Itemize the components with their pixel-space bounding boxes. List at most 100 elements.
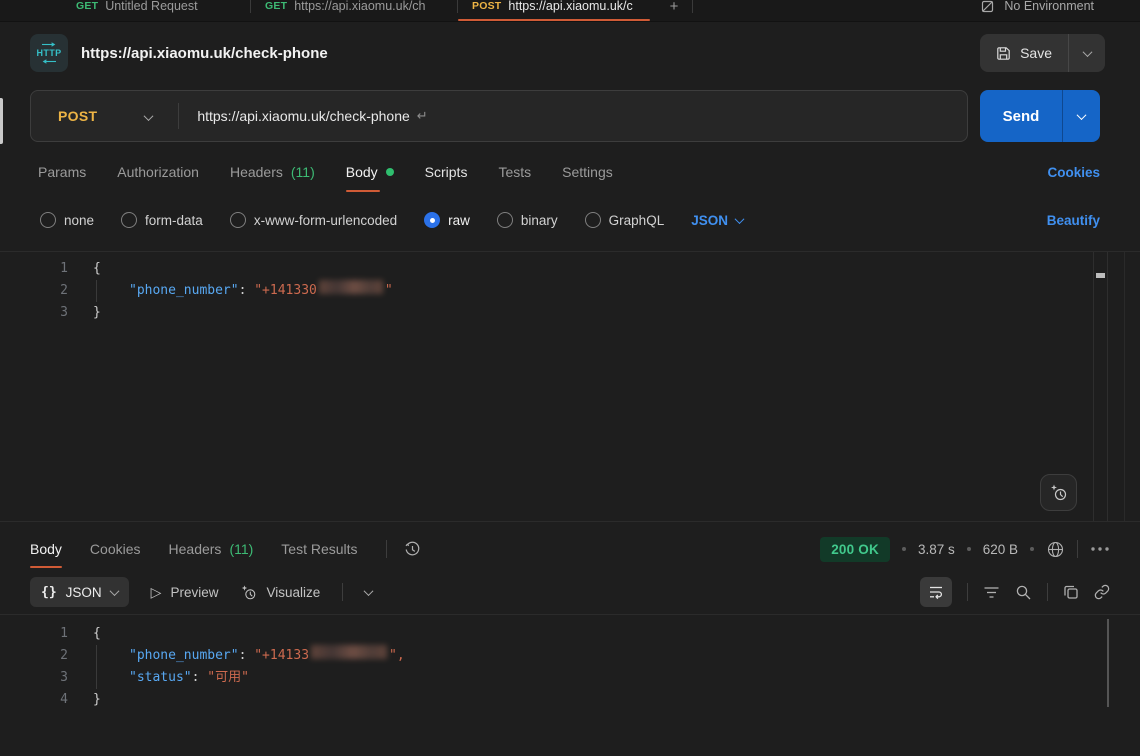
link-icon[interactable] bbox=[1094, 584, 1110, 600]
network-globe-icon[interactable] bbox=[1046, 540, 1065, 559]
response-format-dropdown[interactable]: {} JSON bbox=[30, 577, 129, 607]
url-builder-row: POST https://api.xiaomu.uk/check-phone ↵… bbox=[30, 90, 1100, 142]
tab-label: Cookies bbox=[90, 541, 141, 557]
new-tab-button[interactable]: + bbox=[656, 0, 692, 15]
json-key: "phone_number" bbox=[129, 645, 239, 667]
line-number: 1 bbox=[0, 623, 68, 645]
response-body-viewer[interactable]: 1{ 2"phone_number": "+14133", 3"status":… bbox=[0, 614, 1140, 756]
scrollbar-thumb[interactable] bbox=[1107, 619, 1109, 707]
url-divider bbox=[178, 103, 179, 129]
tab-label: Authorization bbox=[117, 164, 199, 180]
request-title: https://api.xiaomu.uk/check-phone bbox=[81, 45, 328, 62]
json-value: "+141330 bbox=[254, 280, 317, 302]
visualize-label: Visualize bbox=[266, 585, 320, 600]
method-selector-value[interactable]: POST bbox=[31, 108, 145, 124]
chevron-down-icon bbox=[109, 586, 119, 596]
json-value: " bbox=[385, 280, 393, 302]
code-line: 4} bbox=[0, 689, 1140, 711]
sidebar-collapsed-handle[interactable] bbox=[0, 98, 3, 144]
enter-key-hint-icon: ↵ bbox=[417, 108, 428, 124]
request-tabs: Params Authorization Headers (11) Body S… bbox=[38, 150, 1100, 194]
redacted-value-blur bbox=[311, 645, 387, 659]
radio-x-www-form-urlencoded[interactable]: x-www-form-urlencoded bbox=[230, 212, 397, 228]
beautify-link[interactable]: Beautify bbox=[1047, 213, 1100, 228]
tab-scripts[interactable]: Scripts bbox=[425, 150, 468, 194]
response-tab-cookies[interactable]: Cookies bbox=[90, 528, 141, 570]
tab-label: https://api.xiaomu.uk/c bbox=[508, 0, 632, 13]
line-number: 3 bbox=[0, 667, 68, 689]
json-value: "可用" bbox=[207, 667, 249, 689]
cookies-link[interactable]: Cookies bbox=[1047, 165, 1100, 180]
code-line: 1{ bbox=[0, 258, 1140, 280]
radio-label: raw bbox=[448, 213, 470, 228]
tab-label: Headers bbox=[230, 164, 283, 180]
response-tab-body-active[interactable]: Body bbox=[30, 528, 62, 570]
code-token: } bbox=[93, 689, 101, 711]
code-line: 2"phone_number": "+14133", bbox=[0, 645, 1140, 667]
response-tab-test-results[interactable]: Test Results bbox=[281, 528, 357, 570]
workspace-tab-bar: GET Untitled Request GET https://api.xia… bbox=[0, 0, 1140, 22]
save-button-label: Save bbox=[1020, 45, 1052, 61]
language-dropdown[interactable]: JSON bbox=[691, 213, 743, 228]
search-icon[interactable] bbox=[1015, 584, 1032, 601]
editor-scrollbar[interactable] bbox=[1093, 252, 1108, 521]
chevron-down-icon[interactable] bbox=[364, 586, 374, 596]
body-mode-row: none form-data x-www-form-urlencoded raw… bbox=[40, 200, 1100, 240]
visualize-button[interactable]: Visualize bbox=[240, 584, 320, 601]
separator-dot bbox=[1030, 547, 1034, 551]
tab-settings[interactable]: Settings bbox=[562, 150, 613, 194]
send-button[interactable]: Send bbox=[980, 108, 1062, 125]
divider bbox=[967, 583, 968, 601]
radio-label: GraphQL bbox=[609, 213, 665, 228]
request-tab-untitled[interactable]: GET Untitled Request bbox=[62, 0, 250, 22]
response-history-icon[interactable] bbox=[403, 540, 422, 559]
radio-label: binary bbox=[521, 213, 558, 228]
copy-icon[interactable] bbox=[1063, 584, 1079, 600]
method-badge-get: GET bbox=[76, 0, 98, 12]
status-badge[interactable]: 200 OK bbox=[820, 537, 890, 562]
more-actions-icon[interactable] bbox=[1090, 546, 1110, 552]
radio-circle-icon bbox=[40, 212, 56, 228]
divider bbox=[342, 583, 343, 601]
response-actions bbox=[920, 577, 1110, 607]
postbot-assistant-button[interactable] bbox=[1040, 474, 1077, 511]
tab-body-active[interactable]: Body bbox=[346, 150, 394, 194]
indent-guide bbox=[96, 280, 97, 302]
sparkle-orb-icon bbox=[240, 584, 257, 601]
braces-icon: {} bbox=[41, 585, 57, 600]
save-options-button[interactable] bbox=[1069, 50, 1105, 57]
radio-binary[interactable]: binary bbox=[497, 212, 558, 228]
save-button[interactable]: Save bbox=[980, 45, 1068, 61]
chevron-down-icon bbox=[1077, 110, 1087, 120]
json-key: "phone_number" bbox=[129, 280, 239, 302]
scrollbar-thumb[interactable] bbox=[1096, 273, 1105, 278]
radio-none[interactable]: none bbox=[40, 212, 94, 228]
method-selector-chevron[interactable] bbox=[145, 108, 152, 124]
preview-button[interactable]: ▷ Preview bbox=[151, 584, 219, 601]
response-size[interactable]: 620 B bbox=[983, 542, 1018, 557]
radio-raw-selected[interactable]: raw bbox=[424, 212, 470, 228]
code-line: 1{ bbox=[0, 623, 1140, 645]
request-tab-get-xiaomu[interactable]: GET https://api.xiaomu.uk/ch bbox=[251, 0, 457, 22]
panel-edge-line bbox=[1124, 252, 1125, 521]
radio-circle-icon bbox=[585, 212, 601, 228]
indent-guide bbox=[96, 645, 97, 689]
http-request-icon: HTTP bbox=[30, 34, 68, 72]
wrap-lines-toggle-active[interactable] bbox=[920, 577, 952, 607]
send-options-button[interactable] bbox=[1063, 113, 1100, 120]
tab-authorization[interactable]: Authorization bbox=[117, 150, 199, 194]
tab-params[interactable]: Params bbox=[38, 150, 86, 194]
response-time[interactable]: 3.87 s bbox=[918, 542, 955, 557]
filter-icon[interactable] bbox=[983, 585, 1000, 600]
url-input[interactable]: https://api.xiaomu.uk/check-phone bbox=[197, 108, 409, 124]
active-tab-underline bbox=[458, 19, 650, 21]
tab-headers[interactable]: Headers (11) bbox=[230, 150, 315, 194]
request-body-editor[interactable]: 1{ 2"phone_number": "+141330" 3} bbox=[0, 251, 1140, 522]
code-token: : bbox=[239, 280, 255, 302]
radio-form-data[interactable]: form-data bbox=[121, 212, 203, 228]
response-tab-headers[interactable]: Headers (11) bbox=[169, 528, 254, 570]
environment-selector[interactable]: No Environment bbox=[980, 0, 1094, 14]
radio-label: none bbox=[64, 213, 94, 228]
tab-tests[interactable]: Tests bbox=[498, 150, 531, 194]
radio-graphql[interactable]: GraphQL bbox=[585, 212, 665, 228]
